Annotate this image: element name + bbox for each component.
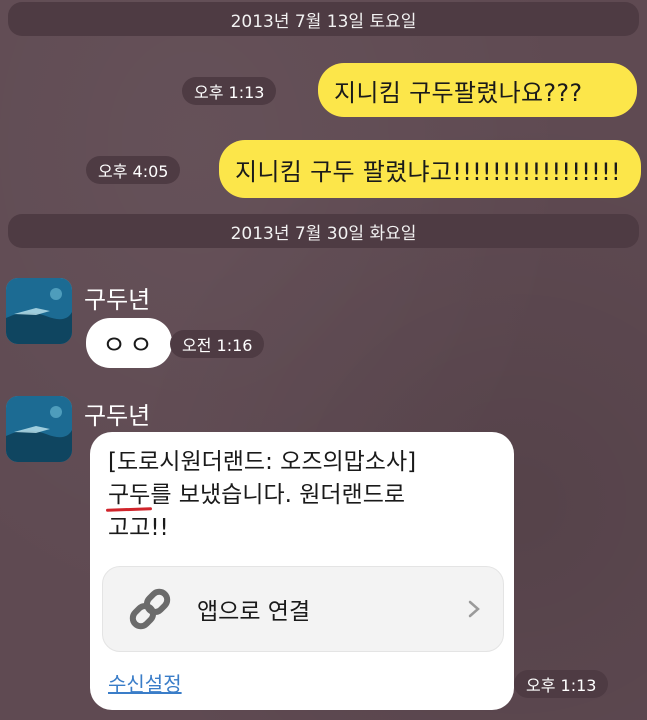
avatar-image xyxy=(6,278,72,344)
sender-avatar[interactable] xyxy=(6,396,72,462)
incoming-message-bubble[interactable]: ㅇㅇ xyxy=(86,318,172,368)
date-separator-label: 2013년 7월 30일 화요일 xyxy=(230,223,417,244)
avatar-image xyxy=(6,396,72,462)
message-time-label: 오후 4:05 xyxy=(98,162,169,181)
message-time-label: 오후 1:13 xyxy=(526,676,597,695)
chevron-right-icon xyxy=(468,600,480,618)
message-time: 오후 1:13 xyxy=(182,77,277,105)
outgoing-message-bubble[interactable]: 지니킴 구두 팔렸냐고!!!!!!!!!!!!!!!!! xyxy=(219,140,641,198)
card-line: [도로시원더랜드: 오즈의맙소사] xyxy=(108,449,417,475)
message-time: 오전 1:16 xyxy=(170,330,265,358)
sender-avatar[interactable] xyxy=(6,278,72,344)
card-line: 고고!! xyxy=(108,515,169,541)
card-line: 구두를 보냈습니다. 원더랜드로 xyxy=(108,479,496,512)
message-text: ㅇㅇ xyxy=(102,330,156,361)
message-text: 지니킴 구두팔렸나요??? xyxy=(334,78,583,107)
date-separator-label: 2013년 7월 13일 토요일 xyxy=(230,11,417,32)
chain-link-icon xyxy=(129,588,171,630)
open-app-button[interactable]: 앱으로 연결 xyxy=(102,566,504,652)
message-time: 오후 4:05 xyxy=(86,156,181,184)
outgoing-message-bubble[interactable]: 지니킴 구두팔렸나요??? xyxy=(318,63,637,117)
sender-name: 구두년 xyxy=(84,402,151,430)
gift-message-card[interactable]: [도로시원더랜드: 오즈의맙소사] 구두를 보냈습니다. 원더랜드로 고고!! … xyxy=(90,432,514,710)
open-app-label: 앱으로 연결 xyxy=(197,599,311,625)
message-time-label: 오후 1:13 xyxy=(194,83,265,102)
sender-name: 구두년 xyxy=(84,286,151,314)
message-time-label: 오전 1:16 xyxy=(182,336,253,355)
receive-settings-link[interactable]: 수신설정 xyxy=(108,668,182,697)
card-message-text: [도로시원더랜드: 오즈의맙소사] 구두를 보냈습니다. 원더랜드로 고고!! xyxy=(108,446,496,545)
date-separator: 2013년 7월 30일 화요일 xyxy=(8,214,639,248)
message-text: 지니킴 구두 팔렸냐고!!!!!!!!!!!!!!!!! xyxy=(235,157,621,186)
highlighted-word: 구두 xyxy=(108,482,151,508)
card-line-rest: 를 보냈습니다. 원더랜드로 xyxy=(150,482,406,508)
date-separator: 2013년 7월 13일 토요일 xyxy=(8,2,639,36)
message-time: 오후 1:13 xyxy=(514,670,609,698)
